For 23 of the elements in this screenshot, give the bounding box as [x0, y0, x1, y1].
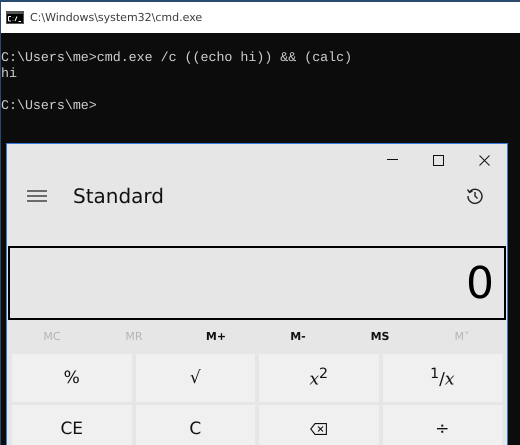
memory-button[interactable]: M-	[257, 320, 339, 352]
console-prompt: C:\Users\me>	[1, 98, 97, 114]
window-title: C:\Windows\system32\cmd.exe	[30, 11, 202, 24]
mode-title: Standard	[73, 184, 165, 208]
backspace-icon	[310, 423, 328, 435]
calculator-key[interactable]: $^{1}$/x	[382, 354, 502, 402]
calculator-key[interactable]: ÷	[382, 405, 502, 445]
minimize-icon	[386, 159, 398, 161]
calculator-key[interactable]: C	[136, 405, 255, 445]
result-display: 0	[8, 246, 506, 320]
calculator-key[interactable]: x$^{2}$	[259, 354, 378, 402]
close-icon	[478, 154, 490, 166]
console-output: hi	[1, 66, 17, 82]
maximize-icon	[432, 154, 444, 166]
console-command: C:\Users\me>cmd.exe /c ((echo hi)) && (calc)	[1, 50, 352, 66]
calculator-key[interactable]: √	[136, 354, 255, 402]
memory-button[interactable]: M+	[175, 320, 257, 352]
history-icon	[466, 187, 484, 205]
memory-button[interactable]: MS	[339, 320, 421, 352]
menu-icon	[27, 190, 47, 202]
calculator-key[interactable]: CE	[12, 405, 132, 445]
calculator-key[interactable]: %	[12, 354, 132, 402]
console-icon	[6, 11, 24, 24]
